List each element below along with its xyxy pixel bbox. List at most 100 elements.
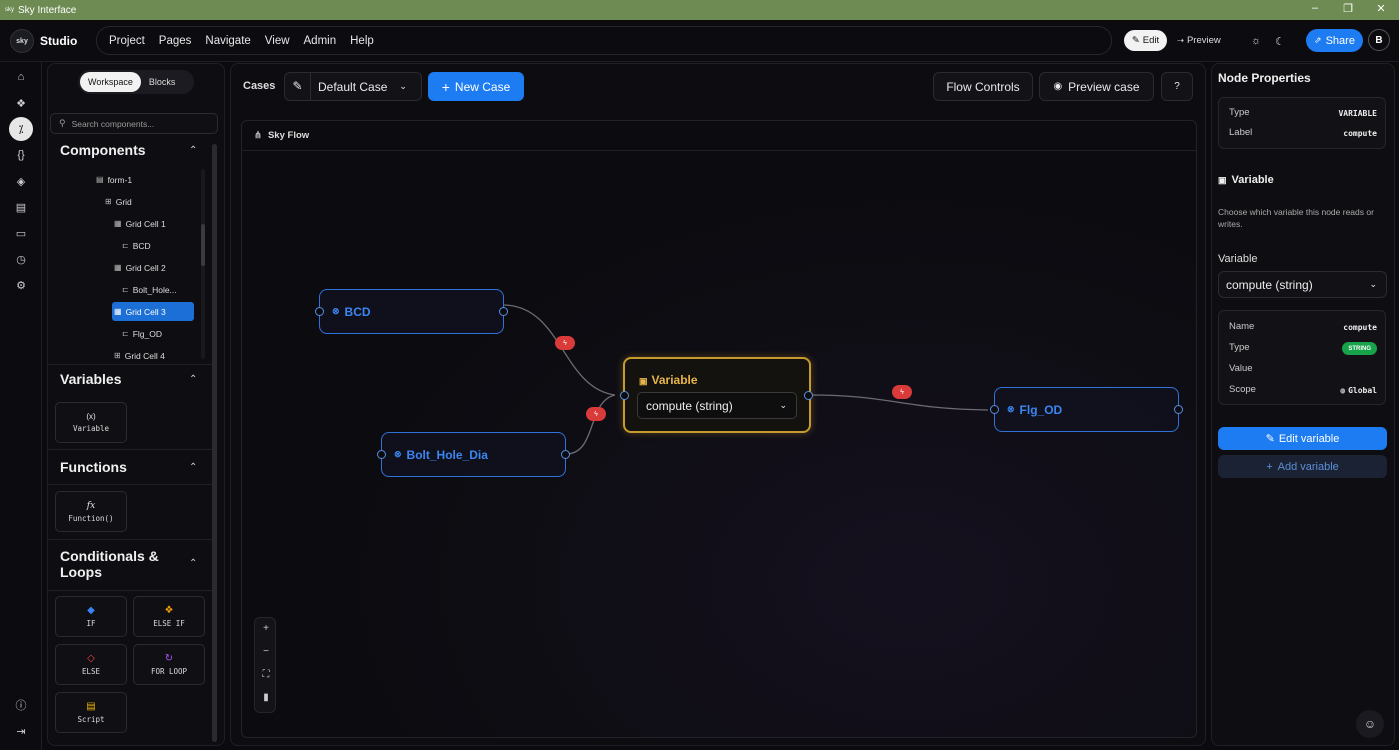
close-window-button[interactable]: ✕ [1371,2,1391,15]
new-case-button[interactable]: + New Case [428,72,524,101]
menu-admin[interactable]: Admin [304,35,337,47]
loop-icon: ↻ [164,653,174,664]
search-components-input[interactable]: ⚲ Search components... [50,113,218,134]
port-bolt-in[interactable] [377,450,386,459]
moon-icon[interactable]: ☾ [1270,32,1290,50]
maximize-button[interactable]: ❐ [1338,2,1358,15]
tree-item-label: Grid Cell 3 [125,306,166,317]
value-label: Value [1229,363,1253,374]
tab-blocks[interactable]: Blocks [141,72,184,92]
paint-bucket-icon[interactable]: ◈ [9,169,33,193]
else-if-block-card[interactable]: ❖ ELSE IF [133,596,205,637]
tree-item-flg-od[interactable]: ⊏ Flg_OD [122,324,162,343]
components-collapse-chevron-icon[interactable]: ⌃ [189,145,197,156]
menu-help[interactable]: Help [350,35,374,47]
tree-item-grid-cell-4[interactable]: ⊞ Grid Cell 4 [114,346,165,360]
share-button[interactable]: ⇗ Share [1306,29,1363,52]
edit-variable-button[interactable]: ✎ Edit variable [1218,427,1387,450]
port-variable-in[interactable] [620,391,629,400]
assistant-bot-icon[interactable]: ☺ [1356,710,1384,738]
variable-select[interactable]: compute (string) ⌄ [1218,271,1387,298]
settings-icon[interactable]: ⚙ [9,273,33,297]
components-icon[interactable]: ❖ [9,91,33,115]
edit-mode-label: Edit [1142,35,1160,46]
port-bolt-out[interactable] [561,450,570,459]
divider [48,449,212,450]
scope-value: ◍ Global [1340,386,1377,395]
node-flg-od[interactable]: ⊗ Flg_OD [994,387,1179,432]
tree-scroll-thumb[interactable] [201,224,205,266]
component-node-icon: ⊗ [394,449,402,459]
port-bcd-out[interactable] [499,307,508,316]
menu-view[interactable]: View [265,35,290,47]
code-braces-icon[interactable]: {} [9,143,33,167]
tree-item-bcd[interactable]: ⊏ BCD [122,236,151,255]
minimize-button[interactable]: – [1305,2,1325,14]
conditionals-collapse-chevron-icon[interactable]: ⌃ [189,558,197,569]
panel-scrollbar[interactable] [212,144,217,742]
tree-item-label: Grid Cell 2 [125,262,166,273]
function-block-card[interactable]: fx Function() [55,491,127,532]
else-block-card[interactable]: ◇ ELSE [55,644,127,685]
functions-collapse-chevron-icon[interactable]: ⌃ [189,462,197,473]
for-loop-block-card[interactable]: ↻ FOR LOOP [133,644,205,685]
case-select-value: Default Case [318,79,388,94]
else-if-diamonds-icon: ❖ [164,605,174,616]
zoom-in-icon[interactable]: + [255,623,277,634]
tree-item-bolt-hole[interactable]: ⊏ Bolt_Hole... [122,280,177,299]
tab-workspace[interactable]: Workspace [80,72,141,92]
plus-icon: + [1266,460,1273,473]
globe-icon: ◍ [1340,386,1346,395]
home-icon[interactable]: ⌂ [9,65,33,89]
node-bcd[interactable]: ⊗ BCD [319,289,504,334]
flow-controls-button[interactable]: Flow Controls [933,72,1033,101]
info-icon[interactable]: ⓘ [9,693,33,717]
preview-case-button[interactable]: ◉ Preview case [1039,72,1154,101]
variable-node-select[interactable]: compute (string) ⌄ [637,392,797,419]
flow-canvas[interactable]: ⋔ Sky Flow ⊗ BCD ⊗ Bolt_Hole_Dia ▣ Variable … [241,120,1197,738]
port-flg-in[interactable] [990,405,999,414]
logout-icon[interactable]: ⇥ [9,719,33,743]
edge-trigger-bolt-icon[interactable]: ϟ [892,385,912,399]
tree-item-grid-cell-3[interactable]: ▦ Grid Cell 3 [112,302,194,321]
preview-mode-button[interactable]: ⇢ Preview [1172,30,1226,51]
fit-view-icon[interactable]: ⛶ [255,669,277,680]
terminal-icon[interactable]: ▭ [9,221,33,245]
add-variable-button[interactable]: + Add variable [1218,455,1387,478]
node-variable[interactable]: ▣ Variable compute (string) ⌄ [623,357,811,433]
menu-navigate[interactable]: Navigate [205,35,250,47]
menu-project[interactable]: Project [109,35,145,47]
case-select[interactable]: ✎ Default Case ⌄ [284,72,422,101]
sun-icon[interactable]: ☼ [1246,32,1266,50]
search-icon: ⚲ [59,118,66,128]
menu-pages[interactable]: Pages [159,35,192,47]
window-title: Sky Interface [18,4,77,16]
user-avatar[interactable]: B [1368,29,1390,51]
edit-mode-button[interactable]: ✎ Edit [1124,30,1167,51]
variable-x-icon: (x) [86,412,96,421]
tree-item-form[interactable]: ▤ form-1 [96,170,132,189]
history-icon[interactable]: ◷ [9,247,33,271]
new-case-label: New Case [454,79,511,94]
if-block-card[interactable]: ◆ IF [55,596,127,637]
node-info-box: Type VARIABLE Label compute [1218,97,1386,149]
lock-icon[interactable]: ▮ [255,692,277,703]
tree-item-grid[interactable]: ⊞ Grid [105,192,132,211]
edge-trigger-bolt-icon[interactable]: ϟ [586,407,606,421]
tree-item-grid-cell-2[interactable]: ▦ Grid Cell 2 [114,258,166,277]
tree-item-grid-cell-1[interactable]: ▦ Grid Cell 1 [114,214,166,233]
book-icon[interactable]: ▤ [9,195,33,219]
zoom-out-icon[interactable]: − [255,646,277,657]
script-block-card[interactable]: ▤ Script [55,692,127,733]
port-flg-out[interactable] [1174,405,1183,414]
edge-trigger-bolt-icon[interactable]: ϟ [555,336,575,350]
help-icon[interactable]: ? [1161,72,1193,101]
variable-block-card[interactable]: (x) Variable [55,402,127,443]
variables-icon[interactable]: ⁒ [9,117,33,141]
tree-item-label: Bolt_Hole... [132,284,177,295]
variables-collapse-chevron-icon[interactable]: ⌃ [189,374,197,385]
port-variable-out[interactable] [804,391,813,400]
node-bolt-hole-dia[interactable]: ⊗ Bolt_Hole_Dia [381,432,566,477]
port-bcd-in[interactable] [315,307,324,316]
brand[interactable]: sky Studio [10,29,77,53]
